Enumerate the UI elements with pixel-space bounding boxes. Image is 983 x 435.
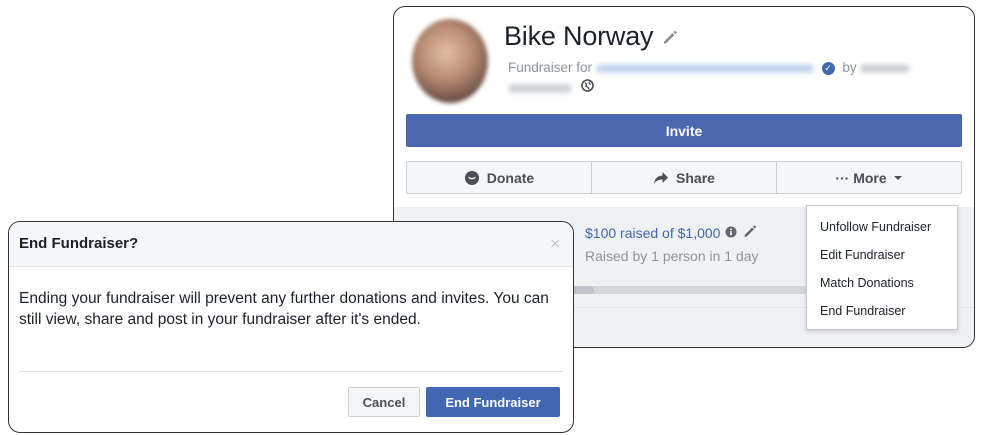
info-icon[interactable]	[725, 225, 737, 241]
cancel-button[interactable]: Cancel	[348, 387, 420, 417]
more-dropdown-menu: Unfollow Fundraiser Edit Fundraiser Matc…	[806, 205, 958, 330]
pencil-icon[interactable]	[661, 28, 679, 46]
organizer-last-name-blurred[interactable]	[508, 83, 572, 93]
more-label: ··· More	[835, 169, 887, 186]
close-icon[interactable]: ×	[550, 235, 560, 252]
share-button[interactable]: Share	[592, 162, 777, 193]
caret-down-icon	[893, 175, 902, 180]
end-fundraiser-dialog: End Fundraiser? × Ending your fundraiser…	[8, 221, 574, 433]
menu-item-end-fundraiser[interactable]: End Fundraiser	[807, 298, 957, 326]
globe-icon[interactable]	[580, 78, 594, 98]
donate-icon	[464, 170, 479, 185]
dialog-message: Ending your fundraiser will prevent any …	[19, 290, 549, 328]
donate-button[interactable]: Donate	[407, 162, 592, 193]
dialog-title: End Fundraiser?	[19, 235, 139, 252]
menu-item-unfollow-fundraiser[interactable]: Unfollow Fundraiser	[807, 214, 957, 242]
raised-amount[interactable]: $100 raised of $1,000	[585, 225, 720, 241]
raised-summary: $100 raised of $1,000	[585, 223, 758, 242]
donate-label: Donate	[486, 169, 535, 186]
raised-subtext: Raised by 1 person in 1 day	[585, 248, 759, 264]
share-label: Share	[676, 169, 715, 186]
verified-check-icon: ✓	[821, 61, 835, 75]
dialog-header: End Fundraiser? ×	[9, 222, 573, 267]
by-label: by	[842, 60, 857, 75]
more-button[interactable]: ··· More	[777, 162, 961, 193]
action-bar: Donate Share ··· More	[406, 161, 962, 194]
share-arrow-icon	[654, 171, 669, 183]
menu-item-edit-fundraiser[interactable]: Edit Fundraiser	[807, 242, 957, 270]
organizer-first-name-blurred[interactable]	[860, 63, 911, 73]
edit-goal-pencil-icon[interactable]	[742, 223, 758, 242]
fundraiser-header: Bike Norway	[504, 21, 679, 52]
avatar[interactable]	[412, 19, 488, 103]
end-fundraiser-button[interactable]: End Fundraiser	[426, 387, 560, 417]
beneficiary-name-blurred[interactable]	[595, 63, 814, 73]
fundraiser-subtitle: Fundraiser for ✓ by	[508, 58, 948, 98]
fundraiser-title[interactable]: Bike Norway	[504, 21, 654, 52]
menu-item-match-donations[interactable]: Match Donations	[807, 270, 957, 298]
subtitle-prefix: Fundraiser for	[508, 60, 593, 75]
dialog-divider	[19, 371, 563, 372]
invite-button[interactable]: Invite	[406, 114, 962, 147]
